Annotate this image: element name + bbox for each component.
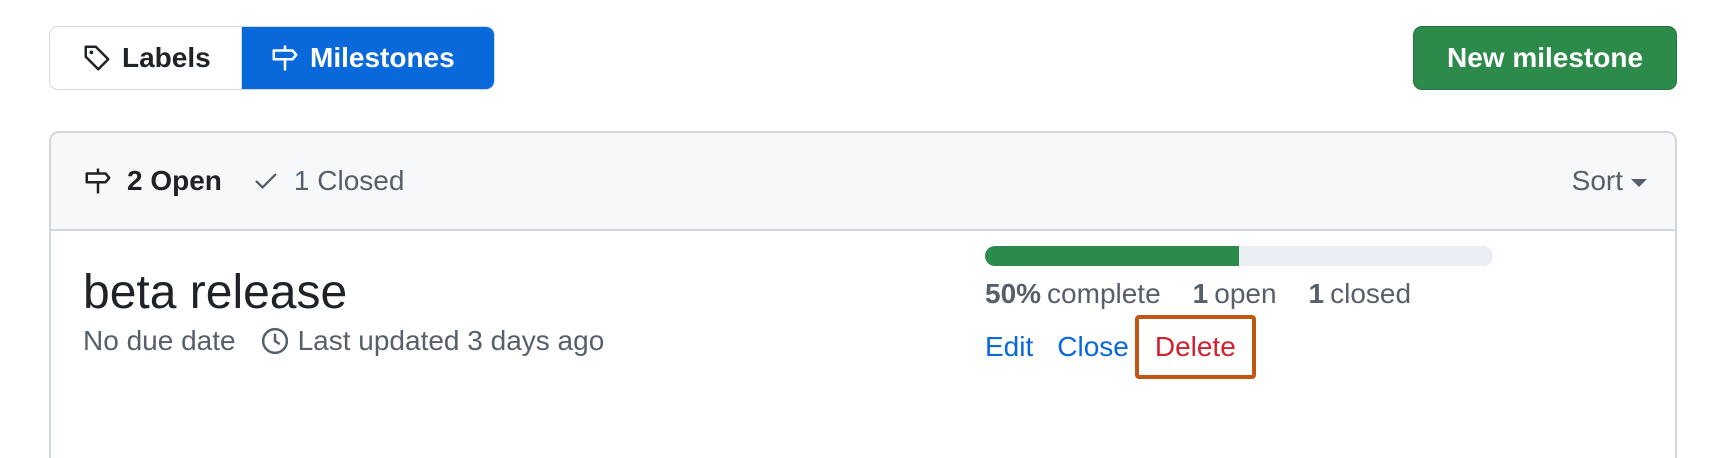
edit-link[interactable]: Edit (985, 331, 1033, 363)
filter-open[interactable]: 2 Open (83, 165, 222, 197)
tag-icon (84, 45, 110, 71)
caret-down-icon (1631, 178, 1647, 187)
delete-link[interactable]: Delete (1134, 315, 1256, 379)
labels-tab-label: Labels (122, 42, 211, 73)
progress-bar (985, 246, 1493, 266)
closed-count: 1 (1308, 278, 1325, 309)
closed-label: closed (1330, 278, 1412, 309)
filter-open-label: 2 Open (127, 165, 222, 196)
clock-icon (261, 327, 288, 355)
open-count: 1 (1192, 278, 1209, 309)
filter-closed-label: 1 Closed (293, 165, 405, 196)
close-link[interactable]: Close (1057, 331, 1129, 363)
check-icon (255, 173, 277, 189)
milestone-title[interactable]: beta release (83, 265, 347, 320)
milestones-list-header: 2 Open 1 Closed Sort (51, 133, 1675, 231)
labels-milestones-switcher: Labels Milestones (49, 26, 495, 90)
progress-bar-fill (985, 246, 1239, 266)
due-date: No due date (83, 325, 236, 356)
percent-value: 50% (985, 278, 1042, 309)
stat-open[interactable]: 1 open (1193, 278, 1277, 310)
milestones-list: 2 Open 1 Closed Sort beta release No due… (49, 131, 1677, 458)
milestones-tab-button[interactable]: Milestones (242, 27, 494, 89)
stat-closed[interactable]: 1 closed (1309, 278, 1412, 310)
milestone-meta: No due date Last updated 3 days ago (83, 325, 604, 357)
milestone-icon (272, 45, 298, 71)
milestones-tab-label: Milestones (310, 42, 455, 73)
open-label: open (1214, 278, 1277, 309)
last-updated: Last updated 3 days ago (260, 325, 605, 357)
stat-complete: 50% complete (985, 278, 1161, 310)
sort-dropdown[interactable]: Sort (1572, 133, 1647, 229)
last-updated-label: Last updated 3 days ago (297, 325, 605, 356)
complete-label: complete (1047, 278, 1161, 309)
milestone-actions: Edit Close Delete (985, 315, 1256, 379)
new-milestone-button[interactable]: New milestone (1413, 26, 1677, 90)
labels-tab-button[interactable]: Labels (50, 27, 242, 89)
milestone-icon (85, 168, 111, 194)
sort-label: Sort (1571, 165, 1623, 196)
milestones-page: Labels Milestones New milestone 2 Open 1… (0, 0, 1720, 458)
filter-closed[interactable]: 1 Closed (252, 165, 405, 197)
milestone-stats: 50% complete 1 open 1 closed (985, 278, 1411, 310)
